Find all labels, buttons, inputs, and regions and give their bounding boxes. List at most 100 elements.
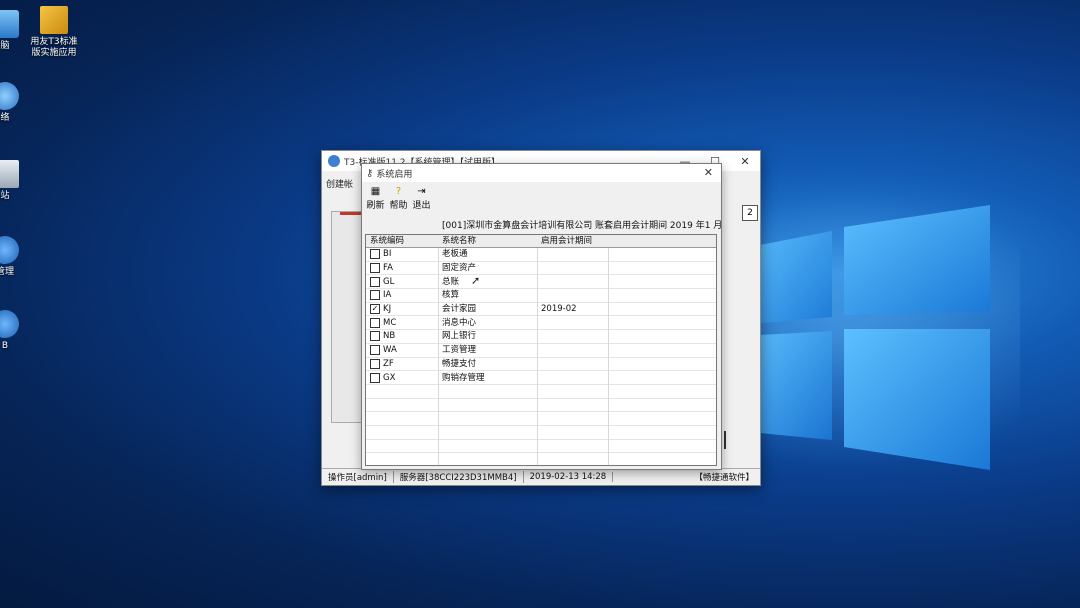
recycle-bin-icon bbox=[0, 160, 19, 188]
desktop-icon-label: B bbox=[1, 341, 9, 351]
system-name: 消息中心 bbox=[442, 317, 477, 328]
table-row[interactable]: BI 老板通 bbox=[366, 248, 716, 262]
system-name: 会计家园 bbox=[442, 304, 477, 315]
dialog-toolbar: ▦ 刷新 ? 帮助 ⇥ 退出 bbox=[362, 182, 721, 212]
table-row[interactable]: GL 总账 bbox=[366, 275, 716, 290]
code-cell: FA bbox=[366, 262, 438, 274]
system-name: 老板通 bbox=[442, 249, 468, 260]
status-server: 服务器[38CCI223D31MMB4] bbox=[394, 471, 524, 483]
code-cell: WA bbox=[366, 344, 438, 356]
app-icon bbox=[0, 310, 19, 338]
status-bar: 操作员[admin] 服务器[38CCI223D31MMB4] 2019-02-… bbox=[322, 468, 760, 485]
help-button[interactable]: ? 帮助 bbox=[387, 185, 410, 212]
status-datetime: 2019-02-13 14:28 bbox=[524, 472, 614, 482]
enable-checkbox[interactable] bbox=[370, 358, 380, 369]
code-cell: MC bbox=[366, 317, 438, 329]
system-code: KJ bbox=[383, 304, 392, 315]
exit-button[interactable]: ⇥ 退出 bbox=[410, 185, 433, 212]
desktop-icon-label: 管理 bbox=[0, 267, 14, 277]
table-row[interactable]: WA 工资管理 bbox=[366, 344, 716, 358]
mouse-cursor-icon: ➚ bbox=[471, 274, 481, 287]
desktop-icon-label: 站 bbox=[0, 191, 10, 201]
computer-icon bbox=[0, 10, 19, 38]
account-period-info: [001]深圳市金算盘会计培训有限公司 账套启用会计期间 2019 年1 月 bbox=[442, 221, 723, 231]
refresh-label: 刷新 bbox=[366, 201, 385, 211]
system-code: IA bbox=[383, 290, 392, 301]
left-banner-panel bbox=[331, 211, 365, 423]
table-row[interactable]: MC 消息中心 bbox=[366, 316, 716, 331]
empty-row bbox=[366, 385, 716, 399]
desktop-icon-label: 用友T3标准 版实施应用 bbox=[30, 37, 78, 58]
desktop-icon-network[interactable]: 络 bbox=[0, 82, 40, 124]
system-name: 固定资产 bbox=[442, 263, 477, 274]
code-cell: NB bbox=[366, 330, 438, 342]
enable-checkbox[interactable] bbox=[370, 345, 380, 356]
enable-checkbox[interactable] bbox=[370, 317, 380, 328]
empty-row bbox=[366, 453, 716, 465]
system-code: NB bbox=[383, 331, 396, 342]
status-operator: 操作员[admin] bbox=[322, 471, 394, 483]
main-menu-item[interactable]: 创建帐 bbox=[326, 177, 353, 190]
system-code: GL bbox=[383, 276, 395, 287]
column-header-period[interactable]: 启用会计期间 bbox=[537, 235, 608, 247]
empty-row bbox=[366, 412, 716, 426]
key-icon: ⚷ bbox=[366, 167, 374, 179]
system-code: GX bbox=[383, 372, 396, 383]
system-list-grid: 系统编码 系统名称 启用会计期间 BI 老板通 FA 固定资产 GL 总账 IA 核算 ✓ KJ 会… bbox=[365, 234, 717, 466]
system-name: 工资管理 bbox=[442, 345, 477, 356]
column-header-name[interactable]: 系统名称 bbox=[438, 235, 537, 247]
column-header-extra bbox=[608, 235, 716, 247]
enable-checkbox[interactable] bbox=[370, 276, 380, 287]
empty-row bbox=[366, 399, 716, 413]
desktop-icon-b[interactable]: B bbox=[0, 310, 40, 352]
network-icon bbox=[0, 82, 19, 110]
grid-body: BI 老板通 FA 固定资产 GL 总账 IA 核算 ✓ KJ 会计家园 2019-02 MC 消息中心 N… bbox=[366, 248, 716, 465]
desktop-icon-recycle-bin[interactable]: 站 bbox=[0, 160, 40, 202]
column-header-code[interactable]: 系统编码 bbox=[366, 235, 438, 247]
table-row[interactable]: ZF 畅捷支付 bbox=[366, 358, 716, 372]
table-row[interactable]: FA 固定资产 bbox=[366, 262, 716, 276]
refresh-icon: ▦ bbox=[370, 186, 381, 197]
system-code: FA bbox=[383, 263, 393, 274]
file-folder-icon bbox=[40, 6, 68, 34]
enable-checkbox[interactable] bbox=[370, 372, 380, 383]
enable-checkbox[interactable] bbox=[370, 249, 380, 260]
system-code: MC bbox=[383, 317, 397, 328]
system-code: WA bbox=[383, 345, 397, 356]
table-row[interactable]: ✓ KJ 会计家园 2019-02 bbox=[366, 303, 716, 317]
refresh-button[interactable]: ▦ 刷新 bbox=[364, 185, 387, 212]
code-cell: GX bbox=[366, 372, 438, 384]
right-side-indicator: 2 bbox=[742, 205, 758, 221]
system-name: 网上银行 bbox=[442, 331, 477, 342]
system-name: 总账 bbox=[442, 276, 460, 287]
dialog-title: 系统启用 bbox=[376, 169, 413, 180]
enable-checkbox[interactable] bbox=[370, 263, 380, 274]
table-row[interactable]: NB 网上银行 bbox=[366, 330, 716, 344]
enable-checkbox[interactable] bbox=[370, 331, 380, 342]
system-name: 畅捷支付 bbox=[442, 358, 477, 369]
dialog-title-bar[interactable]: ⚷ 系统启用 ✕ bbox=[362, 164, 721, 182]
app-logo-icon bbox=[328, 155, 340, 167]
code-cell: GL bbox=[366, 276, 438, 288]
enable-checkbox[interactable]: ✓ bbox=[370, 304, 380, 315]
close-button[interactable]: ✕ bbox=[730, 151, 760, 171]
enable-checkbox[interactable] bbox=[370, 290, 380, 301]
help-icon: ? bbox=[395, 186, 402, 197]
system-enable-dialog: ⚷ 系统启用 ✕ ▦ 刷新 ? 帮助 ⇥ 退出 [001]深圳市金算盘会计培训有… bbox=[361, 163, 722, 470]
code-cell: IA bbox=[366, 289, 438, 301]
help-label: 帮助 bbox=[389, 201, 408, 211]
code-cell: ZF bbox=[366, 358, 438, 370]
empty-row bbox=[366, 426, 716, 440]
desktop-icon-manage[interactable]: 管理 bbox=[0, 236, 40, 278]
code-cell: BI bbox=[366, 248, 438, 260]
system-code: ZF bbox=[383, 358, 394, 369]
table-row[interactable]: IA 核算 bbox=[366, 289, 716, 303]
system-name: 核算 bbox=[442, 290, 460, 301]
table-row[interactable]: GX 购销存管理 bbox=[366, 371, 716, 385]
windows-logo-wallpaper bbox=[760, 205, 990, 470]
desktop-icon-yonyou-t3[interactable]: 用友T3标准 版实施应用 bbox=[19, 6, 89, 59]
status-vendor: 【畅捷通软件】 bbox=[694, 473, 754, 483]
app-icon bbox=[0, 236, 19, 264]
dialog-close-button[interactable]: ✕ bbox=[704, 166, 713, 179]
exit-door-icon: ⇥ bbox=[417, 186, 426, 197]
